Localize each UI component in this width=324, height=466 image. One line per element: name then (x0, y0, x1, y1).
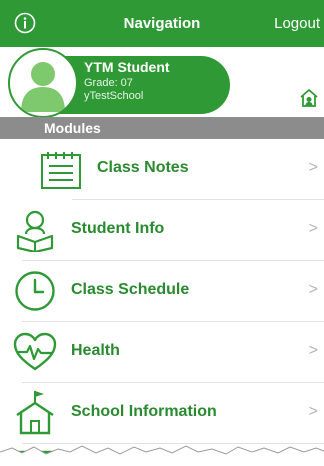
school-house-icon (16, 391, 54, 435)
user-avatar-icon (8, 48, 78, 118)
notepad-icon (41, 152, 81, 189)
menu-item-school-information[interactable]: School Information > (0, 383, 324, 443)
chevron-right-icon: > (308, 281, 318, 298)
menu-item-student-info[interactable]: Student Info > (0, 200, 324, 260)
menu-item-label: School Information (71, 403, 217, 420)
torn-edge-decoration (0, 445, 324, 466)
chevron-right-icon: > (308, 342, 318, 359)
profile-section: YTM Student Grade: 07 yTestSchool (0, 47, 324, 118)
clock-icon (15, 271, 55, 311)
chevron-right-icon: > (308, 403, 318, 420)
menu-item-label: Class Schedule (71, 281, 190, 298)
modules-header-label: Modules (44, 120, 101, 136)
menu-item-class-notes[interactable]: Class Notes > (0, 139, 324, 199)
navigation-bar: Navigation Logout (0, 0, 324, 47)
heart-pulse-icon (13, 332, 57, 371)
menu-item-label: Class Notes (97, 159, 189, 176)
student-reading-icon (16, 210, 54, 252)
student-school: yTestSchool (84, 90, 144, 102)
menu-item-label: Health (71, 342, 120, 359)
chevron-right-icon: > (308, 159, 318, 176)
menu-item-label: Student Info (71, 220, 165, 237)
app-screen: Navigation Logout YTM Student Grade: 07 … (0, 0, 324, 466)
menu-item-class-schedule[interactable]: Class Schedule > (0, 261, 324, 321)
logout-button[interactable]: Logout (274, 15, 320, 32)
modules-section-header: Modules (0, 117, 324, 139)
student-grade: Grade: 07 (84, 77, 133, 89)
home-switch-icon[interactable] (298, 86, 320, 110)
chevron-right-icon: > (308, 220, 318, 237)
student-name: YTM Student (84, 59, 170, 75)
menu-item-health[interactable]: Health > (0, 322, 324, 382)
